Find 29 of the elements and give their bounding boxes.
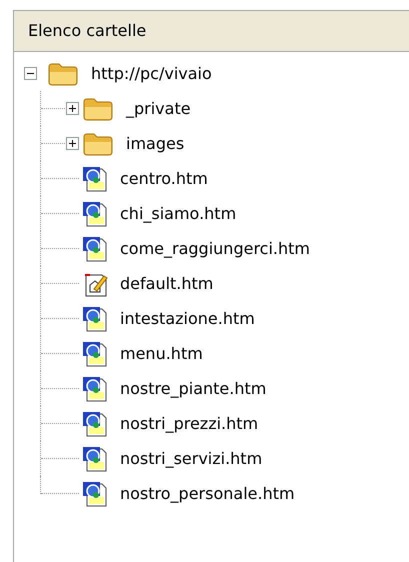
file-label[interactable]: default.htm	[118, 272, 216, 296]
folder-icon	[47, 62, 79, 86]
file-label[interactable]: nostri_prezzi.htm	[118, 412, 260, 436]
web-page-icon	[82, 340, 108, 366]
folder-icon	[82, 96, 114, 120]
file-label[interactable]: come_raggiungerci.htm	[118, 236, 312, 260]
file-label[interactable]: menu.htm	[118, 342, 205, 366]
file-label[interactable]: nostre_piante.htm	[118, 376, 268, 400]
file-label[interactable]: nostri_servizi.htm	[118, 446, 264, 470]
web-page-icon	[82, 306, 108, 332]
panel-title: Elenco cartelle	[28, 20, 146, 42]
web-page-icon	[82, 480, 108, 506]
file-label[interactable]: chi_siamo.htm	[118, 202, 238, 226]
file-label[interactable]: nostro_personale.htm	[118, 482, 297, 506]
file-label[interactable]: intestazione.htm	[118, 306, 257, 330]
file-label[interactable]: centro.htm	[118, 166, 210, 190]
web-page-icon	[82, 236, 108, 262]
web-page-icon	[82, 446, 108, 472]
folder-icon	[82, 132, 114, 156]
expander-icon[interactable]	[66, 137, 79, 150]
expander-icon[interactable]	[66, 102, 79, 115]
folder-label[interactable]: http://pc/vivaio	[89, 62, 214, 86]
folder-label[interactable]: images	[124, 132, 186, 156]
web-page-icon	[82, 166, 108, 192]
web-page-icon	[82, 376, 108, 402]
web-page-icon	[82, 200, 108, 226]
folder-label[interactable]: _private	[124, 96, 193, 120]
expander-icon[interactable]	[24, 67, 37, 80]
web-page-icon	[82, 410, 108, 436]
